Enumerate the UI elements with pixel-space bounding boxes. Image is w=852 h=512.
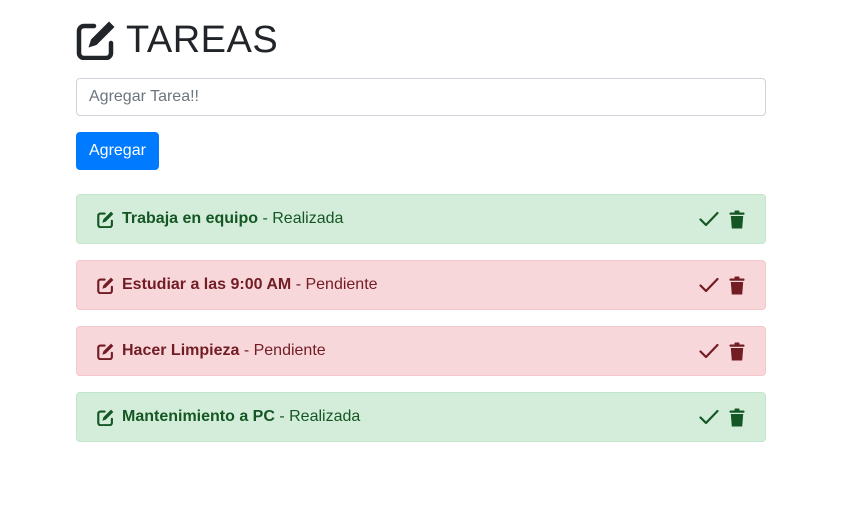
task-separator: -: [239, 342, 254, 359]
task-separator: -: [291, 276, 306, 293]
task-separator: -: [258, 210, 273, 227]
trash-icon[interactable]: [729, 342, 745, 361]
task-input[interactable]: [76, 78, 766, 116]
task-status: Realizada: [289, 408, 361, 425]
add-task-button[interactable]: Agregar: [76, 132, 159, 170]
edit-icon[interactable]: [97, 277, 114, 294]
page-header: TAREAS: [76, 20, 766, 60]
task-name: Mantenimiento a PC: [122, 408, 275, 425]
trash-icon[interactable]: [729, 276, 745, 295]
check-icon[interactable]: [699, 277, 719, 293]
page-title: TAREAS: [126, 19, 279, 61]
task-status: Pendiente: [253, 342, 326, 359]
trash-icon[interactable]: [729, 408, 745, 427]
app-container: TAREAS Agregar Trabaja en equipo - Reali…: [76, 0, 766, 458]
task-item: Mantenimiento a PC - Realizada: [76, 392, 766, 442]
task-name: Estudiar a las 9:00 AM: [122, 276, 292, 293]
trash-icon[interactable]: [729, 210, 745, 229]
task-name: Trabaja en equipo: [122, 210, 259, 227]
task-item: Trabaja en equipo - Realizada: [76, 194, 766, 244]
task-name: Hacer Limpieza: [122, 342, 240, 359]
task-status: Realizada: [272, 210, 344, 227]
task-item: Estudiar a las 9:00 AM - Pendiente: [76, 260, 766, 310]
edit-icon: [76, 20, 116, 60]
check-icon[interactable]: [699, 343, 719, 359]
check-icon[interactable]: [699, 211, 719, 227]
task-status: Pendiente: [305, 276, 378, 293]
edit-icon[interactable]: [97, 211, 114, 228]
check-icon[interactable]: [699, 409, 719, 425]
edit-icon[interactable]: [97, 409, 114, 426]
task-list: Trabaja en equipo - Realizada Estudiar a…: [76, 194, 766, 442]
edit-icon[interactable]: [97, 343, 114, 360]
task-item: Hacer Limpieza - Pendiente: [76, 326, 766, 376]
task-separator: -: [274, 408, 290, 425]
